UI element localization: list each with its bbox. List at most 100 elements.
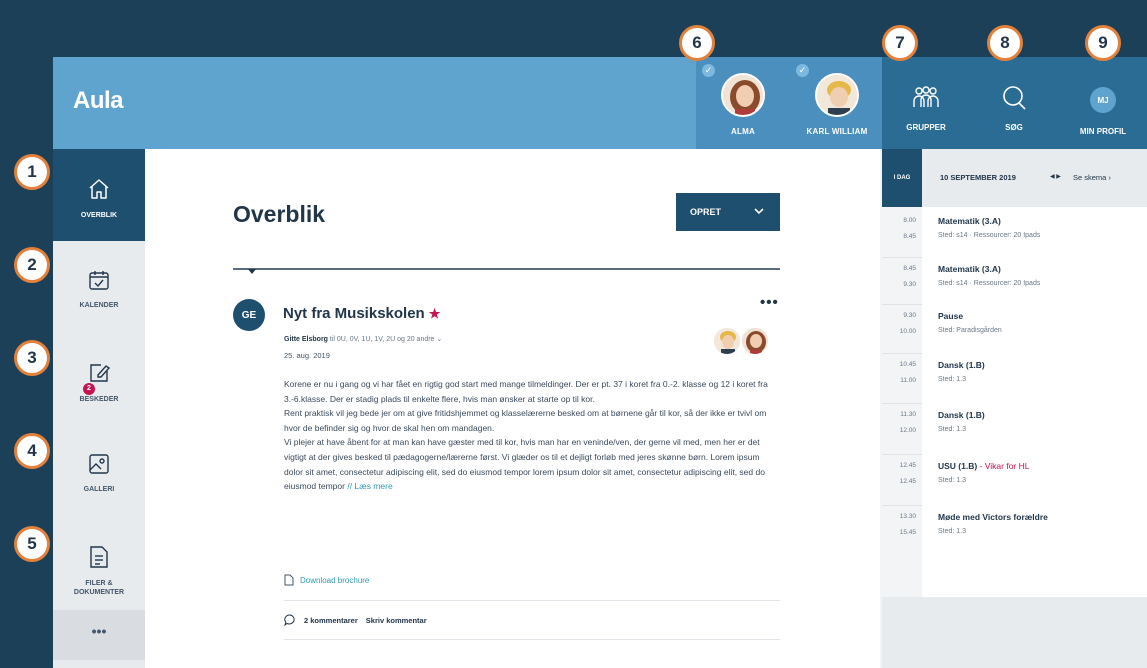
download-label: Download brochure <box>300 575 370 585</box>
sidebar-item-overblik[interactable]: OVERBLIK <box>53 149 145 241</box>
comment-bar: 2 kommentarer Skriv kommentar <box>284 614 427 626</box>
time-divider <box>882 505 922 506</box>
time-divider <box>882 353 922 354</box>
post-title[interactable]: Nyt fra Musikskolen ★ <box>283 305 440 322</box>
post-date: 25. aug. 2019 <box>284 351 330 360</box>
event-end: 11.00 <box>900 377 916 384</box>
sidebar-item-filer-dokumenter[interactable]: FILER & DOKUMENTER <box>53 517 145 609</box>
file-icon <box>284 574 294 586</box>
important-star-icon: ★ <box>428 306 441 321</box>
post-paragraph: Korene er nu i gang og vi har fået en ri… <box>284 379 768 404</box>
search-icon <box>1003 86 1026 110</box>
comment-icon <box>284 614 295 626</box>
sidebar-more-button[interactable]: ••• <box>53 610 145 660</box>
recipient-avatar[interactable] <box>713 327 741 355</box>
profile-button[interactable]: MJ MIN PROFIL <box>1059 57 1147 149</box>
event-location: Sted: Paradisgården <box>938 327 1002 334</box>
create-label: OPRET <box>690 207 722 217</box>
child-portrait-icon <box>714 328 740 354</box>
calendar-date: 10 SEPTEMBER 2019 <box>940 173 1016 182</box>
sidebar-item-label: GALLERI <box>83 486 115 493</box>
annotation-marker-8: 8 <box>987 25 1023 61</box>
event-title: Dansk (1.B) <box>938 360 985 370</box>
date-nav-arrows[interactable]: ◀ ▶ <box>1050 173 1061 180</box>
post-options-button[interactable]: ••• <box>760 294 779 311</box>
create-button[interactable]: OPRET <box>676 193 780 231</box>
label-line: DOKUMENTER <box>73 589 125 596</box>
today-button[interactable]: I DAG <box>882 149 922 207</box>
tab-indicator <box>248 269 256 274</box>
child-name: KARL WILLIAM <box>806 127 868 136</box>
sidebar-item-galleri[interactable]: GALLERI <box>53 425 145 517</box>
annotation-marker-2: 2 <box>14 247 50 283</box>
event-start: 13.30 <box>899 513 916 520</box>
event-title-text: Matematik (3.A) <box>938 264 1001 274</box>
check-icon: ✓ <box>796 64 809 77</box>
event-start: 9.30 <box>903 312 916 319</box>
event-start: 8.45 <box>903 265 916 272</box>
child-name: ALMA <box>731 127 755 136</box>
message-edit-icon <box>90 364 111 382</box>
sidebar-item-kalender[interactable]: KALENDER <box>53 241 145 333</box>
sidebar-item-label: KALENDER <box>79 302 119 309</box>
event-start: 11.30 <box>900 411 916 418</box>
read-more-link[interactable]: // Læs mere <box>347 481 392 491</box>
home-icon <box>89 179 109 199</box>
event-title-text: USU (1.B) <box>938 461 978 471</box>
sidebar-item-label: BESKEDER <box>79 396 119 403</box>
label-line: FILER & <box>85 580 113 587</box>
recipient-avatar[interactable] <box>741 327 769 355</box>
comments-count-link[interactable]: 2 kommentarer <box>304 616 358 625</box>
event-title-text: Pause <box>938 311 964 321</box>
child-portrait-icon <box>817 75 857 115</box>
groups-icon <box>913 86 939 107</box>
event-title: Dansk (1.B) <box>938 410 985 420</box>
event-end: 8.45 <box>903 233 916 240</box>
groups-button[interactable]: GRUPPER <box>882 57 970 149</box>
feed-divider <box>233 268 780 270</box>
calendar-icon <box>89 271 109 290</box>
sidebar-item-beskeder[interactable]: 2 BESKEDER <box>53 333 145 425</box>
event-title-text: Dansk (1.B) <box>938 360 985 370</box>
calendar-widget: I DAG 10 SEPTEMBER 2019 ◀ ▶ Se skema › 8… <box>882 149 1147 597</box>
event-start: 8.00 <box>903 217 916 224</box>
event-start: 12.45 <box>899 462 916 469</box>
annotation-marker-4: 4 <box>14 433 50 469</box>
calendar-footer <box>882 597 1147 668</box>
search-button[interactable]: SØG <box>970 57 1058 149</box>
page-title: Overblik <box>233 201 326 227</box>
event-title: Matematik (3.A) <box>938 264 1001 274</box>
child-photo <box>815 73 859 117</box>
download-brochure-link[interactable]: Download brochure <box>284 574 369 586</box>
annotation-marker-6: 6 <box>679 25 715 61</box>
annotation-marker-9: 9 <box>1085 25 1121 61</box>
time-divider <box>882 454 922 455</box>
profile-label: MIN PROFIL <box>1079 127 1127 136</box>
event-title: USU (1.B) - Vikar for HL <box>938 461 1029 471</box>
post-meta: Gitte Elsborg til 0U, 0V, 1U, 1V, 2U og … <box>284 335 442 343</box>
event-title-text: Matematik (3.A) <box>938 216 1001 226</box>
event-location: Sted: 1.3 <box>938 528 967 535</box>
event-end: 15.45 <box>899 529 916 536</box>
post-author-avatar[interactable]: GE <box>233 299 265 331</box>
child-profile-karl-william[interactable]: ✓ KARL WILLIAM <box>790 57 884 149</box>
write-comment-link[interactable]: Skriv kommentar <box>366 616 427 625</box>
time-divider <box>882 257 922 258</box>
profile-avatar: MJ <box>1090 87 1116 113</box>
document-icon <box>90 546 108 568</box>
calendar-header: I DAG 10 SEPTEMBER 2019 ◀ ▶ Se skema › <box>882 149 1147 207</box>
gallery-icon <box>89 454 109 474</box>
child-profile-alma[interactable]: ✓ ALMA <box>696 57 790 149</box>
sidebar: OVERBLIK KALENDER 2 BESKEDER GALLERI FIL… <box>53 149 145 668</box>
event-substitute-note: - Vikar for HL <box>977 461 1030 471</box>
event-end: 10.00 <box>899 328 916 335</box>
post-author[interactable]: Gitte Elsborg <box>284 336 328 343</box>
see-schedule-link[interactable]: Se skema › <box>1073 173 1111 182</box>
sidebar-item-label: FILER & DOKUMENTER <box>74 579 124 597</box>
child-portrait-icon <box>723 75 763 115</box>
post-body: Korene er nu i gang og vi har fået en ri… <box>284 377 779 494</box>
post-recipients[interactable]: til 0U, 0V, 1U, 1V, 2U og 20 andre ⌄ <box>328 336 442 343</box>
aula-logo[interactable]: Aula <box>73 87 124 115</box>
time-divider <box>882 403 922 404</box>
search-label: SØG <box>1005 123 1023 132</box>
